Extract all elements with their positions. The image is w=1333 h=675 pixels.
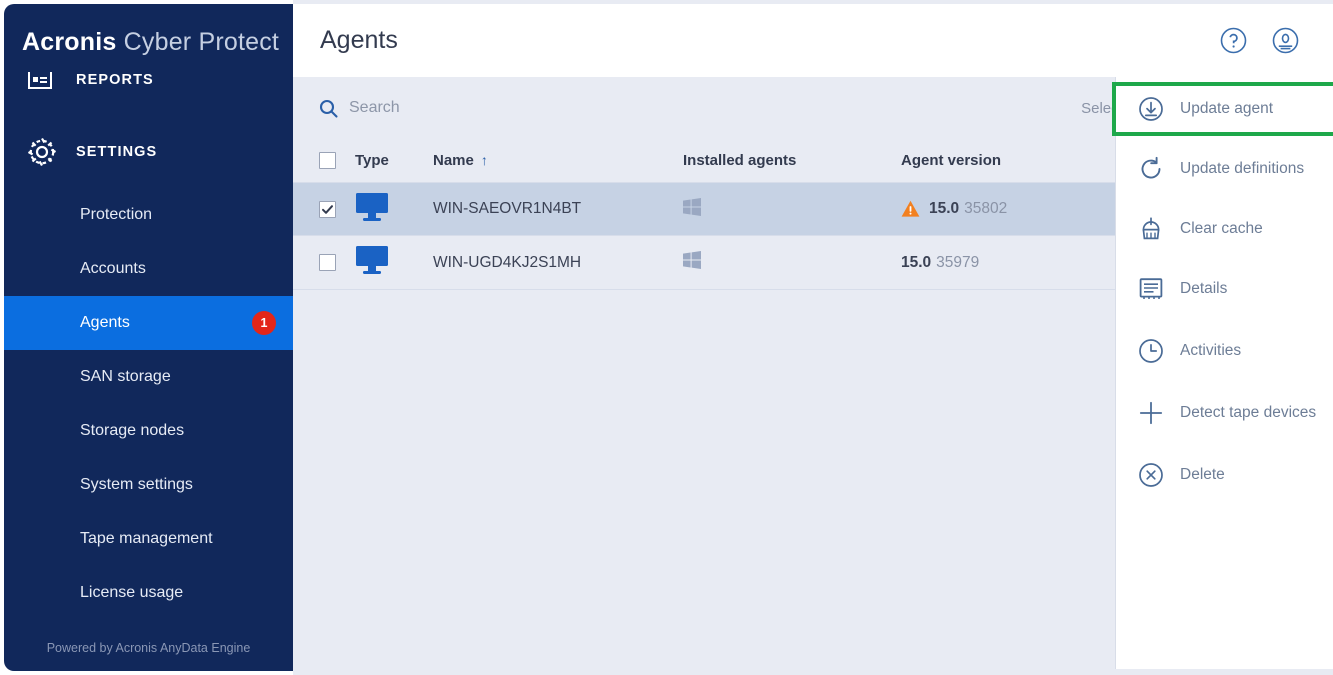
warning-icon — [901, 200, 920, 218]
actions-panel: Update agent Update definitions Clea — [1115, 77, 1333, 669]
sidebar-item-label: Tape management — [80, 530, 213, 548]
action-label: Delete — [1180, 465, 1225, 484]
broom-icon — [1138, 216, 1164, 242]
reports-icon — [26, 63, 66, 97]
action-label: Details — [1180, 279, 1227, 298]
select-all-checkbox-cell — [293, 152, 355, 169]
action-label: Update definitions — [1180, 159, 1304, 178]
details-icon — [1138, 276, 1164, 302]
action-delete[interactable]: Delete — [1116, 452, 1333, 498]
column-header-type[interactable]: Type — [355, 152, 433, 169]
sidebar-item-san-storage[interactable]: SAN storage — [4, 350, 293, 404]
row-version-number: 15.0 — [901, 254, 931, 272]
sidebar-item-license-usage[interactable]: License usage — [4, 566, 293, 620]
delete-circle-icon — [1138, 462, 1164, 488]
sidebar-item-label: Storage nodes — [80, 422, 184, 440]
action-update-agent[interactable]: Update agent — [1116, 86, 1333, 132]
status-badge: 1 — [252, 311, 276, 335]
column-header-name-label: Name — [433, 152, 474, 169]
column-header-installed-agents[interactable]: Installed agents — [683, 152, 901, 169]
plus-icon — [1138, 399, 1164, 427]
row-type-cell — [355, 245, 433, 280]
row-type-cell — [355, 192, 433, 227]
row-name: WIN-UGD4KJ2S1MH — [433, 254, 683, 272]
sidebar: Acronis Cyber Protect REPORTS — [4, 4, 293, 671]
action-update-definitions[interactable]: Update definitions — [1116, 146, 1333, 192]
row-version-build: 35802 — [964, 200, 1007, 218]
row-installed-agents — [683, 251, 901, 274]
refresh-icon — [1138, 156, 1164, 182]
search-box[interactable] — [319, 99, 579, 118]
action-label: Update agent — [1180, 99, 1273, 118]
row-checkbox-cell — [293, 201, 355, 218]
sidebar-section-label: REPORTS — [76, 72, 154, 88]
row-version-build: 35979 — [936, 254, 979, 272]
help-circle-icon[interactable] — [1220, 27, 1247, 54]
action-label: Clear cache — [1180, 219, 1263, 238]
download-circle-icon — [1138, 96, 1164, 122]
action-label: Activities — [1180, 341, 1241, 360]
action-details[interactable]: Details — [1116, 266, 1333, 312]
sidebar-section-settings[interactable]: SETTINGS — [4, 124, 293, 180]
sidebar-item-agents[interactable]: Agents 1 — [4, 296, 293, 350]
sidebar-item-accounts[interactable]: Accounts — [4, 242, 293, 296]
action-detect-tape-devices[interactable]: Detect tape devices — [1116, 390, 1333, 436]
sidebar-item-label: Protection — [80, 206, 152, 224]
search-input[interactable] — [349, 99, 579, 117]
gear-icon — [26, 135, 66, 169]
row-name: WIN-SAEOVR1N4BT — [433, 200, 683, 218]
monitor-icon — [355, 192, 389, 227]
row-checkbox[interactable] — [319, 201, 336, 218]
sidebar-item-label: SAN storage — [80, 368, 171, 386]
action-label: Detect tape devices — [1180, 403, 1316, 422]
app-window: Acronis Cyber Protect REPORTS — [0, 0, 1333, 675]
sidebar-section-label: SETTINGS — [76, 144, 157, 160]
sidebar-item-label: License usage — [80, 584, 183, 602]
select-all-checkbox[interactable] — [319, 152, 336, 169]
monitor-icon — [355, 245, 389, 280]
top-bar: Agents — [293, 4, 1333, 77]
row-version-number: 15.0 — [929, 200, 959, 218]
sidebar-section-reports[interactable]: REPORTS — [4, 52, 293, 108]
row-installed-agents — [683, 198, 901, 221]
sidebar-item-label: System settings — [80, 476, 193, 494]
column-header-name[interactable]: Name ↑ — [433, 152, 683, 169]
action-activities[interactable]: Activities — [1116, 328, 1333, 374]
clock-icon — [1138, 338, 1164, 364]
row-checkbox-cell — [293, 254, 355, 271]
sidebar-item-tape-management[interactable]: Tape management — [4, 512, 293, 566]
search-icon — [319, 99, 338, 118]
windows-icon — [683, 198, 701, 221]
sort-ascending-icon: ↑ — [481, 152, 488, 168]
page-title: Agents — [320, 26, 398, 55]
sidebar-item-label: Accounts — [80, 260, 146, 278]
sidebar-item-system-settings[interactable]: System settings — [4, 458, 293, 512]
sidebar-item-label: Agents — [80, 314, 130, 332]
user-circle-icon[interactable] — [1272, 27, 1299, 54]
sidebar-item-protection[interactable]: Protection — [4, 188, 293, 242]
sidebar-footer: Powered by Acronis AnyData Engine — [4, 641, 293, 655]
windows-icon — [683, 251, 701, 274]
action-clear-cache[interactable]: Clear cache — [1116, 206, 1333, 252]
sidebar-item-storage-nodes[interactable]: Storage nodes — [4, 404, 293, 458]
row-checkbox[interactable] — [319, 254, 336, 271]
topbar-actions — [1220, 4, 1299, 77]
